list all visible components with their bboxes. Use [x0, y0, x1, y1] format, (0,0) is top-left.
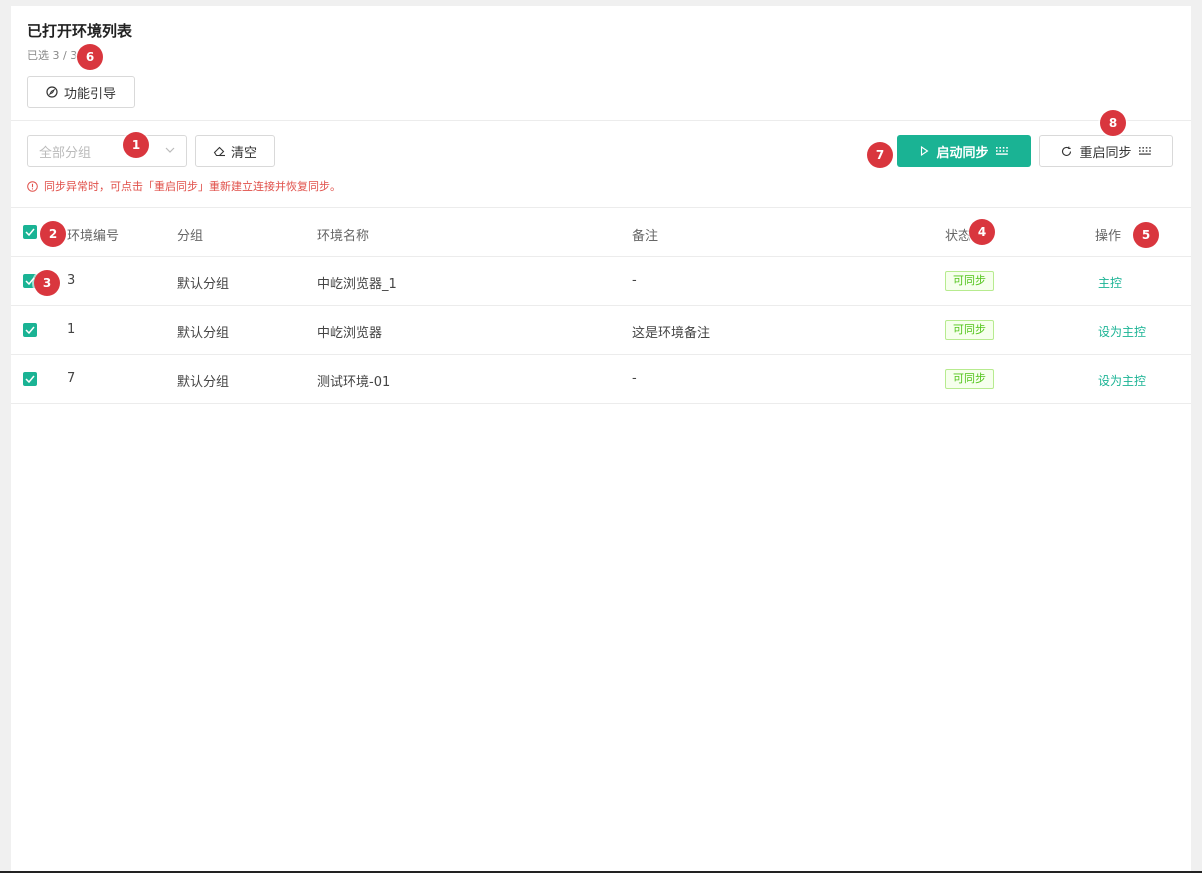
compass-icon — [46, 86, 58, 98]
header-env-id: 环境编号 — [67, 229, 120, 244]
keyboard-icon — [995, 147, 1008, 155]
restart-sync-button[interactable]: 重启同步 — [1039, 135, 1173, 167]
cell-group: 默认分组 — [177, 375, 230, 390]
page-title: 已打开环境列表 — [27, 22, 133, 40]
annotation-badge: 6 — [77, 44, 103, 70]
divider — [11, 354, 1191, 355]
cell-env-name: 中屹浏览器 — [317, 326, 383, 341]
cell-group: 默认分组 — [177, 326, 230, 341]
annotation-badge: 5 — [1133, 222, 1159, 248]
cell-env-id: 1 — [67, 322, 76, 337]
sync-warning-text: 同步异常时，可点击「重启同步」重新建立连接并恢复同步。 — [44, 180, 341, 193]
cell-env-name: 测试环境-01 — [317, 375, 391, 390]
status-badge: 可同步 — [945, 320, 994, 340]
feature-guide-label: 功能引导 — [63, 86, 116, 102]
group-select[interactable]: 全部分组 — [27, 135, 187, 167]
check-icon — [25, 326, 35, 334]
check-icon — [25, 375, 35, 383]
selection-count: 已选 3 / 3 — [27, 49, 78, 62]
sync-warning: 同步异常时，可点击「重启同步」重新建立连接并恢复同步。 — [27, 178, 341, 194]
clear-button[interactable]: 清空 — [195, 135, 275, 167]
annotation-badge: 7 — [867, 142, 893, 168]
status-badge: 可同步 — [945, 369, 994, 389]
header-status: 状态 — [945, 229, 972, 244]
info-circle-icon — [27, 180, 38, 192]
cell-note: - — [632, 371, 637, 386]
divider — [11, 305, 1191, 306]
divider — [11, 256, 1191, 257]
row-checkbox[interactable] — [23, 372, 37, 386]
cell-group: 默认分组 — [177, 277, 230, 292]
main-panel: 已打开环境列表 已选 3 / 3 功能引导 全部分组 清空 同步异常时，可点击「… — [11, 6, 1191, 872]
cell-note: 这是环境备注 — [632, 326, 711, 341]
clear-label: 清空 — [230, 145, 257, 161]
group-select-placeholder: 全部分组 — [39, 145, 92, 161]
header-note: 备注 — [632, 229, 659, 244]
restart-sync-label: 重启同步 — [1079, 145, 1132, 161]
master-control-link[interactable]: 主控 — [1098, 274, 1122, 291]
refresh-icon — [1062, 146, 1072, 156]
divider — [11, 403, 1191, 404]
annotation-badge: 3 — [34, 270, 60, 296]
start-sync-button[interactable]: 启动同步 — [897, 135, 1031, 167]
cell-note: - — [632, 273, 637, 288]
feature-guide-button[interactable]: 功能引导 — [27, 76, 135, 108]
chevron-down-icon — [165, 147, 175, 153]
divider — [11, 207, 1191, 208]
annotation-badge: 8 — [1100, 110, 1126, 136]
select-all-checkbox[interactable] — [23, 225, 37, 239]
header-group: 分组 — [177, 229, 204, 244]
eraser-icon — [213, 146, 225, 157]
check-icon — [25, 228, 35, 236]
header-env-name: 环境名称 — [317, 229, 370, 244]
annotation-badge: 4 — [969, 219, 995, 245]
start-sync-label: 启动同步 — [936, 145, 989, 161]
cell-env-id: 7 — [67, 371, 76, 386]
divider — [11, 120, 1191, 121]
play-icon — [921, 146, 929, 156]
annotation-badge: 1 — [123, 132, 149, 158]
status-badge: 可同步 — [945, 271, 994, 291]
cell-env-name: 中屹浏览器_1 — [317, 277, 397, 292]
set-master-link[interactable]: 设为主控 — [1098, 372, 1146, 389]
keyboard-icon — [1138, 147, 1151, 155]
header-action: 操作 — [1095, 229, 1122, 244]
annotation-badge: 2 — [40, 221, 66, 247]
set-master-link[interactable]: 设为主控 — [1098, 323, 1146, 340]
row-checkbox[interactable] — [23, 323, 37, 337]
cell-env-id: 3 — [67, 273, 76, 288]
